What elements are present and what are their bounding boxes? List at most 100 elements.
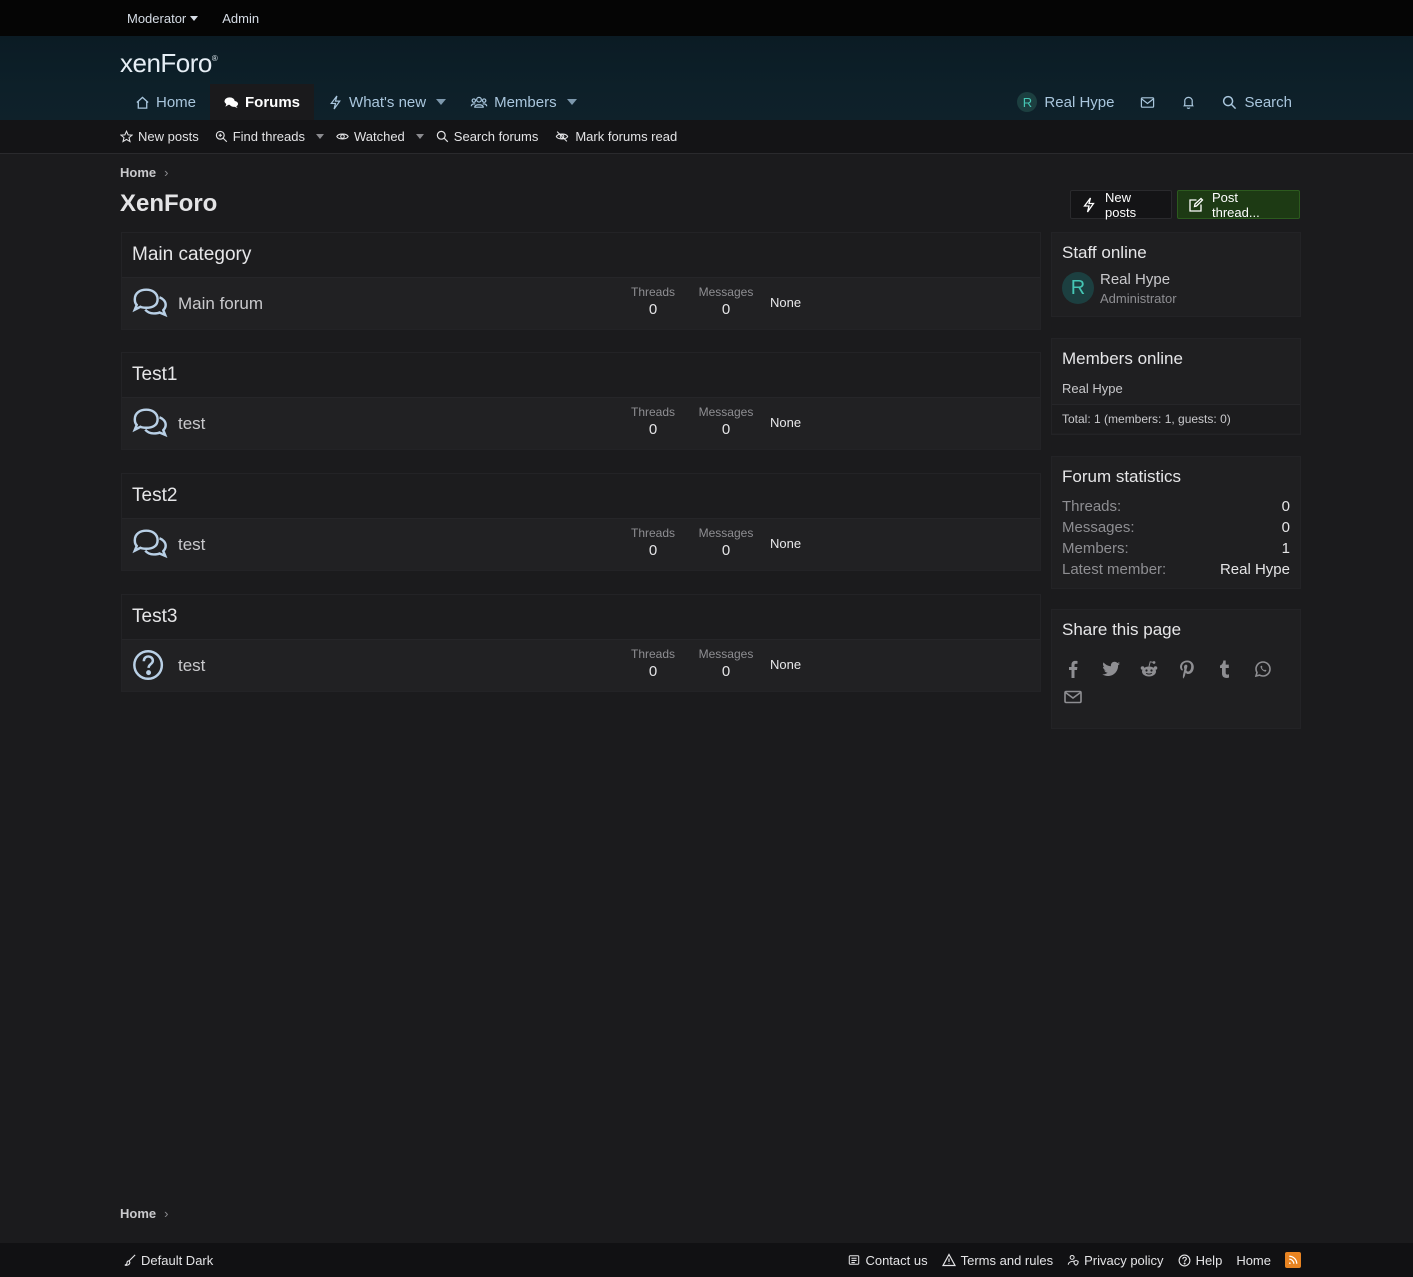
- threads-count: 0: [648, 542, 658, 559]
- stat-value: 0: [1281, 498, 1290, 515]
- home-link[interactable]: Home: [1236, 1253, 1271, 1268]
- forum-title[interactable]: test: [178, 414, 205, 434]
- nav-tab-forums[interactable]: Forums: [210, 84, 315, 120]
- subnav-mark-read[interactable]: Mark forums read: [554, 129, 693, 144]
- share-buttons: [1052, 646, 1300, 712]
- post-thread-button[interactable]: Post thread...: [1177, 190, 1300, 220]
- admin-link[interactable]: Admin: [222, 11, 259, 26]
- nav-label-home: Home: [156, 93, 197, 111]
- caret-down-icon[interactable]: [315, 134, 324, 139]
- subnav-search-forums[interactable]: Search forums: [436, 129, 555, 144]
- messages-stat: Messages 0: [695, 526, 757, 559]
- warning-icon: [941, 1253, 956, 1267]
- caret-down-icon[interactable]: [415, 134, 424, 139]
- staff-online-block: Staff online R Real Hype Administrator: [1051, 232, 1301, 317]
- forum-title[interactable]: Main forum: [178, 294, 263, 314]
- alerts-button[interactable]: [1171, 84, 1206, 120]
- new-posts-label: New posts: [1105, 189, 1137, 220]
- question-circle-icon: [131, 648, 169, 682]
- threads-stat: Threads 0: [622, 405, 684, 438]
- last-post: None: [770, 415, 802, 430]
- pinterest-icon[interactable]: [1176, 658, 1198, 680]
- inbox-button[interactable]: [1130, 84, 1165, 120]
- search-icon: [436, 130, 449, 143]
- latest-member-link[interactable]: Real Hype: [1220, 561, 1290, 578]
- tumblr-icon[interactable]: [1214, 658, 1236, 680]
- online-member[interactable]: Real Hype: [1052, 375, 1300, 404]
- avatar[interactable]: R: [1062, 272, 1094, 304]
- user-shield-icon: [1067, 1254, 1079, 1266]
- messages-stat: Messages 0: [695, 285, 757, 318]
- twitter-icon[interactable]: [1100, 658, 1122, 680]
- stat-row: Members: 1: [1052, 538, 1300, 559]
- whatsapp-icon[interactable]: [1252, 658, 1274, 680]
- stat-key: Latest member:: [1062, 561, 1167, 578]
- terms-link[interactable]: Terms and rules: [941, 1252, 1054, 1268]
- contact-link[interactable]: Contact us: [848, 1252, 928, 1268]
- nav-tab-members[interactable]: Members: [456, 84, 565, 120]
- eye-icon: [336, 130, 349, 143]
- logo-text: xenForo: [120, 48, 212, 78]
- stat-row: Latest member: Real Hype: [1052, 559, 1300, 580]
- privacy-label: Privacy policy: [1084, 1252, 1164, 1268]
- site-logo[interactable]: xenForo®: [120, 48, 218, 79]
- threads-count: 0: [648, 663, 658, 680]
- category-title[interactable]: Test2: [122, 474, 1040, 518]
- terms-label: Terms and rules: [960, 1252, 1054, 1268]
- forum-title[interactable]: test: [178, 535, 205, 555]
- threads-label: Threads: [630, 285, 676, 299]
- help-link[interactable]: Help: [1178, 1252, 1223, 1268]
- home-label: Home: [1236, 1252, 1271, 1268]
- category-title[interactable]: Main category: [122, 233, 1040, 277]
- reddit-icon[interactable]: [1138, 658, 1160, 680]
- stat-key: Members:: [1062, 540, 1129, 557]
- page-title: XenForo: [120, 190, 218, 217]
- help-label: Help: [1195, 1252, 1223, 1268]
- messages-stat: Messages 0: [695, 647, 757, 680]
- members-dropdown[interactable]: [565, 84, 587, 120]
- breadcrumb-bottom[interactable]: Home ›: [120, 1206, 168, 1221]
- forum-node: Main forum Threads 0 Messages 0 None: [122, 277, 1040, 329]
- users-icon: [470, 95, 488, 110]
- search-button[interactable]: Search: [1212, 84, 1302, 120]
- subnav-label-find-threads: Find threads: [232, 129, 305, 144]
- facebook-icon[interactable]: [1062, 658, 1084, 680]
- comments-icon: [131, 527, 169, 561]
- account-menu[interactable]: R Real Hype: [1007, 84, 1124, 120]
- nav-tab-home[interactable]: Home: [121, 84, 210, 120]
- forum-title[interactable]: test: [178, 656, 205, 676]
- avatar: R: [1017, 92, 1038, 112]
- bolt-icon: [328, 95, 343, 110]
- subnav-new-posts[interactable]: New posts: [120, 129, 215, 144]
- share-page-title: Share this page: [1062, 620, 1182, 639]
- contact-label: Contact us: [865, 1252, 928, 1268]
- category-title[interactable]: Test3: [122, 595, 1040, 639]
- staff-name[interactable]: Real Hype: [1100, 271, 1170, 288]
- messages-stat: Messages 0: [695, 405, 757, 438]
- messages-label: Messages: [698, 647, 754, 661]
- forum-statistics-title: Forum statistics: [1062, 467, 1182, 486]
- members-online-block: Members online Real Hype Total: 1 (membe…: [1051, 338, 1301, 435]
- last-post: None: [770, 295, 802, 310]
- last-post: None: [770, 536, 802, 551]
- breadcrumb-home[interactable]: Home: [120, 1206, 156, 1221]
- style-chooser[interactable]: Default Dark: [124, 1253, 213, 1268]
- subnav-find-threads[interactable]: Find threads: [215, 129, 336, 144]
- privacy-link[interactable]: Privacy policy: [1067, 1252, 1164, 1268]
- stats-list: Threads: 0 Messages: 0 Members: 1 Latest…: [1052, 493, 1300, 580]
- forum-node: test Threads 0 Messages 0 None: [122, 518, 1040, 570]
- members-online-title[interactable]: Members online: [1052, 339, 1300, 375]
- breadcrumb[interactable]: Home ›: [120, 165, 168, 180]
- staff-member: R Real Hype Administrator: [1052, 269, 1300, 321]
- moderator-menu[interactable]: Moderator: [127, 11, 199, 26]
- caret-down-icon: [436, 99, 447, 105]
- whats-new-dropdown[interactable]: [434, 84, 456, 120]
- subnav-watched[interactable]: Watched: [336, 129, 436, 144]
- question-circle-icon: [1178, 1254, 1191, 1267]
- nav-tab-whats-new[interactable]: What's new: [314, 84, 434, 120]
- new-posts-button[interactable]: New posts: [1070, 189, 1172, 220]
- rss-icon[interactable]: [1285, 1252, 1301, 1268]
- category-title[interactable]: Test1: [122, 353, 1040, 397]
- email-icon[interactable]: [1062, 686, 1084, 708]
- breadcrumb-home[interactable]: Home: [120, 165, 156, 180]
